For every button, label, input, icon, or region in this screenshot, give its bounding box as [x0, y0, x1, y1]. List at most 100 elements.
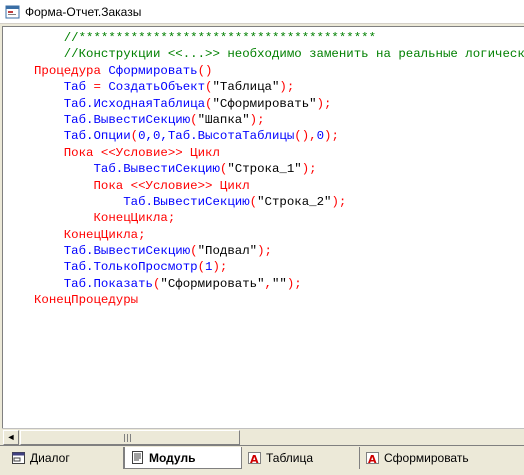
- code-token: (: [190, 244, 198, 259]
- code-line[interactable]: Процедура Сформировать(): [34, 63, 524, 79]
- code-token: //Конструкции <<...>> необходимо заменит…: [63, 47, 524, 62]
- code-token: "Строка_1": [227, 162, 302, 177]
- code-line[interactable]: Таб.ТолькоПросмотр(1);: [34, 259, 524, 275]
- tab-module-label: Модуль: [149, 450, 196, 465]
- code-token: );: [324, 129, 339, 144]
- code-line[interactable]: Таб.ВывестиСекцию("Подвал");: [34, 243, 524, 259]
- code-line[interactable]: Таб.Опции(0,0,Таб.ВысотаТаблицы(),0);: [34, 128, 524, 144]
- code-token: );: [212, 260, 228, 275]
- code-token: "Строка_2": [257, 194, 332, 209]
- code-token: Таб: [63, 80, 87, 95]
- code-token: Таб.Показать: [63, 276, 153, 291]
- code-token: =: [86, 80, 109, 95]
- code-line[interactable]: Пока <<Условие>> Цикл: [34, 178, 524, 194]
- code-token: Таб.ВывестиСекцию: [63, 244, 191, 259]
- code-token: );: [279, 80, 295, 95]
- code-token: "Таблица": [212, 80, 280, 95]
- module-code[interactable]: //**************************************…: [34, 30, 524, 309]
- code-line[interactable]: Пока <<Условие>> Цикл: [34, 145, 524, 161]
- code-token: "Сформировать": [212, 96, 317, 111]
- code-token: Таб.ТолькоПросмотр: [63, 260, 198, 275]
- code-line[interactable]: КонецЦикла;: [34, 227, 524, 243]
- code-token: КонецЦикла;: [63, 227, 146, 242]
- code-token: Таб.ИсходнаяТаблица: [63, 96, 206, 111]
- code-line[interactable]: Таб.ИсходнаяТаблица("Сформировать");: [34, 96, 524, 112]
- code-editor[interactable]: //**************************************…: [2, 26, 524, 428]
- code-line[interactable]: КонецПроцедуры: [34, 292, 524, 308]
- code-token: (: [197, 260, 206, 275]
- svg-text:A: A: [368, 453, 377, 465]
- tab-module[interactable]: Модуль: [124, 447, 242, 469]
- code-token: );: [301, 162, 317, 177]
- code-token: (: [130, 129, 139, 144]
- tab-table[interactable]: A Таблица: [242, 447, 360, 469]
- code-token: ,: [264, 276, 272, 291]
- code-line[interactable]: Таб.ВывестиСекцию("Строка_1");: [34, 161, 524, 177]
- code-token: Процедура: [34, 63, 109, 78]
- code-token: (),: [294, 129, 317, 144]
- code-token: "Шапка": [197, 112, 250, 127]
- horizontal-scrollbar[interactable]: ◄: [2, 428, 524, 445]
- code-token: СоздатьОбъект: [108, 80, 206, 95]
- code-token: (): [197, 63, 213, 78]
- code-token: );: [257, 244, 272, 259]
- code-line[interactable]: КонецЦикла;: [34, 210, 524, 226]
- dialog-icon: [12, 451, 26, 465]
- window-title: Форма-Отчет.Заказы: [25, 4, 142, 19]
- code-token: );: [331, 194, 347, 209]
- code-token: //**************************************…: [63, 31, 377, 45]
- scrollbar-thumb[interactable]: [20, 430, 240, 445]
- code-line[interactable]: Таб.Показать("Сформировать","");: [34, 276, 524, 292]
- svg-text:A: A: [250, 453, 259, 465]
- title-bar[interactable]: Форма-Отчет.Заказы: [0, 0, 524, 24]
- tab-table-label: Таблица: [266, 451, 314, 465]
- code-line[interactable]: Таб = СоздатьОбъект("Таблица");: [34, 79, 524, 95]
- code-token: (: [190, 112, 198, 127]
- code-token: "Подвал": [197, 244, 258, 259]
- code-token: 0,0,Таб.ВысотаТаблицы: [138, 129, 295, 144]
- code-token: Таб.ВывестиСекцию: [93, 162, 220, 177]
- arrow-left-icon: ◄: [6, 432, 16, 442]
- code-token: КонецПроцедуры: [34, 293, 139, 308]
- code-token: "": [271, 276, 287, 291]
- table-icon: A: [366, 451, 380, 466]
- code-token: Таб.ВывестиСекцию: [63, 112, 191, 127]
- code-line[interactable]: Таб.ВывестиСекцию("Шапка");: [34, 112, 524, 128]
- code-token: "Сформировать": [160, 276, 265, 291]
- code-token: (: [249, 194, 258, 209]
- code-line[interactable]: Таб.ВывестиСекцию("Строка_2");: [34, 194, 524, 210]
- tab-generate-label: Сформировать: [384, 451, 469, 465]
- code-token: Пока <<Условие>> Цикл: [93, 178, 250, 193]
- tab-generate[interactable]: A Сформировать: [360, 447, 524, 469]
- form-window: Форма-Отчет.Заказы //*******************…: [0, 0, 524, 475]
- code-line[interactable]: //**************************************…: [34, 30, 524, 46]
- code-line[interactable]: //Конструкции <<...>> необходимо заменит…: [34, 46, 524, 62]
- code-token: );: [286, 276, 302, 291]
- code-token: Пока <<Условие>> Цикл: [63, 145, 220, 160]
- scroll-left-button[interactable]: ◄: [3, 430, 19, 445]
- code-token: Сформировать: [108, 63, 198, 78]
- code-token: КонецЦикла;: [93, 211, 176, 226]
- tab-dialog[interactable]: Диалог: [6, 447, 124, 469]
- code-token: );: [316, 96, 332, 111]
- grip-icon: [124, 434, 133, 442]
- module-icon: [131, 451, 145, 464]
- form-icon: [5, 4, 21, 20]
- code-token: 0: [316, 129, 325, 144]
- table-icon: A: [248, 451, 262, 466]
- tab-bar: Диалог Модуль A Таблица A Сформировать: [0, 445, 524, 475]
